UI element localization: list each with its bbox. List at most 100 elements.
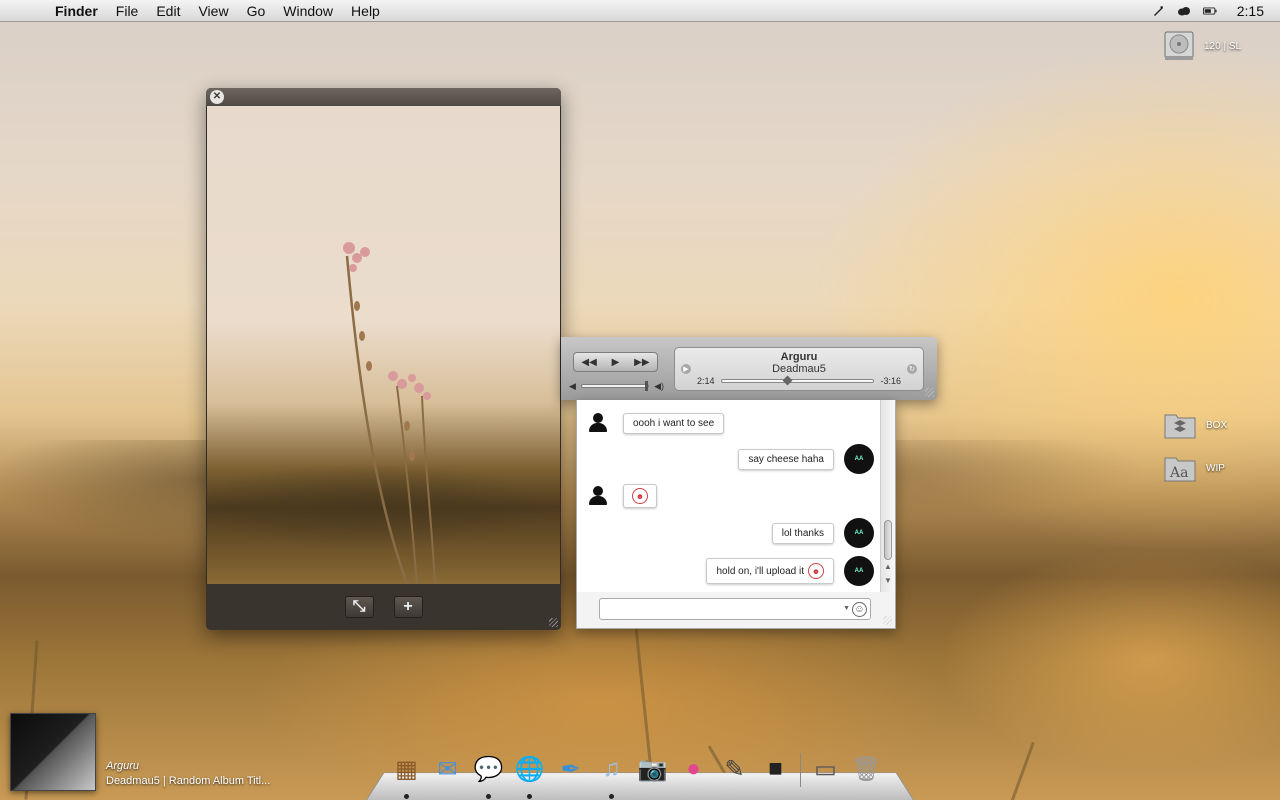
desktop-icon-box[interactable]: BOX	[1164, 411, 1227, 439]
dock-item-appshelf[interactable]: ▦	[388, 749, 425, 799]
documents-icon: ▭	[814, 755, 837, 783]
scroll-up-icon[interactable]: ▲	[884, 562, 892, 571]
add-icon[interactable]: +	[393, 596, 423, 618]
running-indicator	[609, 794, 614, 799]
image-viewer-window: ✕ ⤡ +	[206, 88, 561, 630]
dock-item-ichat[interactable]: 💬	[470, 749, 507, 799]
menu-edit[interactable]: Edit	[156, 3, 180, 19]
avatar[interactable]: AA	[844, 556, 874, 586]
viewer-toolbar: ⤡ +	[206, 584, 561, 630]
menu-clock[interactable]: 2:15	[1237, 3, 1264, 19]
close-icon[interactable]: ✕	[210, 90, 224, 104]
chat-message: oooh i want to see	[587, 412, 725, 434]
menu-bar: Finder File Edit View Go Window Help 2:1…	[0, 0, 1280, 22]
desktop-icon-drive[interactable]: 120 | SL	[1164, 30, 1241, 62]
volume-high-icon: ◀)	[654, 380, 664, 391]
now-playing-title: Arguru	[106, 760, 140, 772]
now-playing-subtitle: Deadmau5 | Random Album Titl...	[106, 775, 271, 787]
menu-help[interactable]: Help	[351, 3, 380, 19]
dock-item-safari[interactable]: 🌐	[511, 749, 548, 799]
chat-message: lol thanks AA	[771, 518, 874, 548]
dock-item-itunes[interactable]: ♫	[593, 749, 630, 799]
ichat-icon: 💬	[473, 755, 504, 783]
rewind-icon[interactable]: ◀◀	[581, 357, 596, 368]
camera-icon: ■	[768, 755, 783, 782]
cloud-icon[interactable]	[1177, 4, 1191, 18]
fullscreen-icon[interactable]: ⤡	[344, 596, 374, 618]
chat-input[interactable]: ▼ ☺	[599, 598, 871, 620]
dock-item-iphoto[interactable]: 📷	[634, 749, 671, 789]
menu-window[interactable]: Window	[283, 3, 333, 19]
chat-transcript: oooh i want to see say cheese haha AA ☻ …	[577, 400, 882, 592]
snapback-icon[interactable]: ▶	[681, 364, 691, 374]
dock-item-mail[interactable]: ✉	[429, 749, 466, 789]
scroll-down-icon[interactable]: ▼	[884, 576, 892, 585]
user-silhouette-icon	[587, 485, 609, 507]
volume-slider[interactable]	[580, 381, 650, 391]
safari-icon: 🌐	[514, 755, 545, 783]
dock-item-quill[interactable]: ✒	[552, 749, 589, 789]
menu-finder[interactable]: Finder	[55, 3, 98, 19]
itunes-mini-player: ◀◀ ▶ ▶▶ ◀ ◀) ▶ Arguru Deadmau5 ↻ 2:14 -3…	[561, 337, 937, 400]
menu-view[interactable]: View	[198, 3, 228, 19]
menu-file[interactable]: File	[116, 3, 139, 19]
viewer-titlebar[interactable]: ✕	[206, 88, 561, 106]
chat-scrollbar[interactable]: ▲ ▼	[880, 400, 895, 592]
appshelf-icon: ▦	[395, 755, 418, 783]
mail-icon: ✉	[437, 755, 458, 783]
itunes-icon: ♫	[602, 755, 621, 782]
playback-controls: ◀◀ ▶ ▶▶	[573, 352, 658, 372]
resize-grip-icon[interactable]	[925, 388, 934, 397]
progress-knob[interactable]	[782, 375, 793, 386]
track-artist: Deadmau5	[772, 363, 826, 375]
running-indicator	[486, 794, 491, 799]
avatar[interactable]: AA	[844, 518, 874, 548]
resize-grip-icon[interactable]	[549, 618, 558, 627]
elapsed-time: 2:14	[697, 376, 715, 386]
volume-control: ◀ ◀)	[569, 380, 664, 392]
play-icon[interactable]: ▶	[612, 357, 620, 368]
progress-bar[interactable]	[720, 375, 875, 386]
user-silhouette-icon	[587, 412, 609, 434]
battery-icon[interactable]	[1202, 4, 1217, 18]
hard-drive-icon	[1164, 31, 1194, 60]
desktop-icon-label: BOX	[1206, 419, 1228, 431]
dock-item-camera[interactable]: ■	[757, 749, 794, 789]
pencil-icon: ✎	[724, 755, 745, 783]
smiley-emoticon-icon: ☻	[632, 488, 648, 504]
chat-message: ☻	[587, 484, 657, 508]
desktop-icon-label: 120 | SL	[1204, 40, 1242, 52]
menu-go[interactable]: Go	[247, 3, 266, 19]
dock-item-trash[interactable]: 🗑	[848, 749, 885, 789]
dock-item-drop[interactable]: ●	[675, 749, 712, 789]
tongue-emoticon-icon: ☻	[808, 563, 824, 579]
dock-item-documents[interactable]: ▭	[807, 749, 844, 789]
chat-message: say cheese haha AA	[738, 444, 874, 474]
message-bubble: say cheese haha	[738, 448, 834, 470]
wallpaper-grass	[1008, 741, 1035, 800]
iphoto-icon: 📷	[637, 755, 668, 783]
album-art[interactable]	[10, 713, 96, 791]
avatar[interactable]: AA	[844, 444, 874, 474]
genius-icon[interactable]: ↻	[907, 364, 917, 374]
message-bubble: hold on, i'll upload it ☻	[706, 558, 834, 584]
message-bubble: lol thanks	[771, 522, 834, 544]
trash-icon: 🗑	[851, 755, 882, 783]
script-icon[interactable]	[1151, 4, 1165, 18]
smiley-picker-icon[interactable]: ☺	[852, 602, 867, 617]
progress-row: 2:14 -3:16	[697, 375, 901, 386]
message-bubble: ☻	[623, 484, 657, 508]
desktop-icon-label: WIP	[1206, 462, 1225, 474]
message-text: hold on, i'll upload it	[716, 565, 804, 577]
scroll-thumb[interactable]	[884, 520, 892, 560]
desktop-icon-wip[interactable]: Aa WIP	[1164, 454, 1225, 482]
dock-item-pencil[interactable]: ✎	[716, 749, 753, 789]
track-title: Arguru	[780, 351, 818, 363]
volume-knob[interactable]	[645, 381, 649, 391]
volume-low-icon: ◀	[569, 380, 576, 391]
now-playing-widget: Arguru Deadmau5 | Random Album Titl...	[10, 713, 270, 791]
chat-window: oooh i want to see say cheese haha AA ☻ …	[576, 400, 896, 629]
fast-forward-icon[interactable]: ▶▶	[634, 357, 649, 368]
chevron-down-icon[interactable]: ▼	[843, 605, 850, 612]
resize-grip-icon[interactable]	[883, 616, 892, 625]
